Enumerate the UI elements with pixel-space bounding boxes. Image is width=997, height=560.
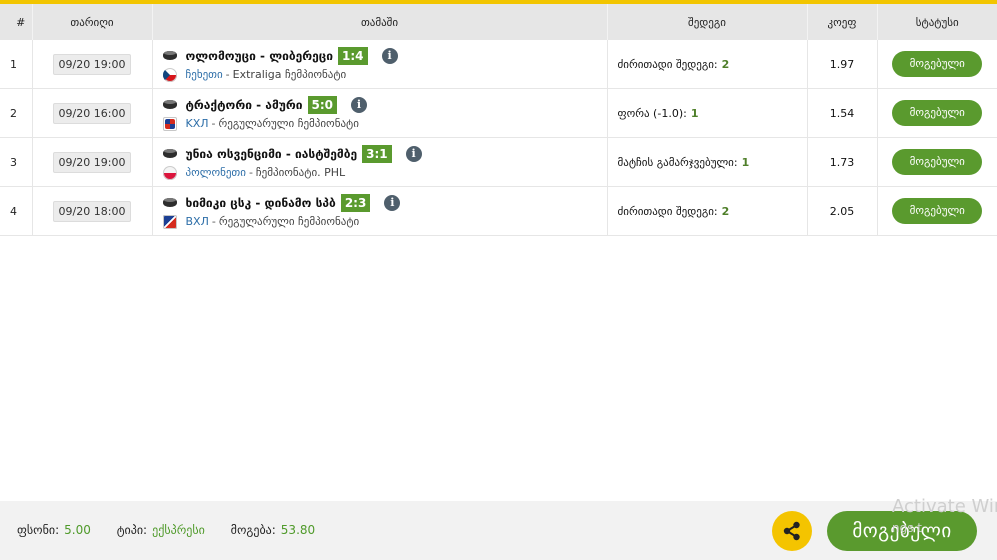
odds-value: 2.05	[807, 186, 878, 236]
table-header-row: # თარიღი თამაში შედეგი კოეფ სტატუსი	[0, 4, 997, 40]
date-cell: 09/20 16:00	[32, 88, 153, 138]
date-badge: 09/20 19:00	[52, 53, 132, 75]
match-cell: ოლომოუცი - ლიბერეცი 1:4 i ჩეხეთი - Extra…	[152, 40, 608, 89]
league-separator: -	[225, 68, 230, 81]
status-won-badge: მოგებული	[892, 198, 983, 224]
market-cell: ძირითადი შედეგი: 2	[607, 40, 808, 89]
table-row: 2 09/20 16:00 ტრაქტორი - ამური 5:0 i KXЛ…	[0, 88, 997, 138]
type-value: ექსპრესი	[152, 523, 205, 537]
score-badge: 3:1	[362, 144, 392, 163]
league-name: ჩემპიონატი. PHL	[255, 166, 346, 179]
row-number: 1	[0, 40, 33, 89]
market-value: 1	[690, 106, 699, 120]
info-icon[interactable]: i	[384, 194, 401, 211]
header-market: შედეგი	[607, 4, 808, 40]
header-odds: კოეფ	[807, 4, 878, 40]
date-badge: 09/20 18:00	[52, 200, 132, 222]
market-label: მატჩის გამარჯვებული:	[617, 155, 738, 169]
row-number: 4	[0, 186, 33, 236]
status-won-badge: მოგებული	[892, 51, 983, 77]
poland-flag-icon	[162, 165, 177, 180]
activate-windows-watermark: Activate Wir	[892, 496, 997, 517]
match-teams[interactable]: ხიმიკი ცსკ - დინამო სპბ	[186, 196, 336, 210]
hockey-puck-icon	[162, 51, 177, 60]
match-cell: ხიმიკი ცსკ - დინამო სპბ 2:3 i BXЛ - რეგუ…	[152, 186, 608, 236]
stake-stat: ფსონი: 5.00	[17, 523, 95, 537]
stake-label: ფსონი:	[17, 523, 60, 537]
date-cell: 09/20 18:00	[32, 186, 153, 236]
odds-value: 1.97	[807, 40, 878, 89]
league-separator: -	[211, 215, 216, 228]
table-row: 1 09/20 19:00 ოლომოუცი - ლიბერეცი 1:4 i …	[0, 40, 997, 89]
status-cell: მოგებული	[877, 186, 997, 236]
league-name: რეგულარული ჩემპიონატი	[218, 215, 360, 228]
win-value: 53.80	[280, 523, 316, 537]
score-badge: 2:3	[340, 193, 371, 212]
league-separator: -	[211, 117, 216, 130]
market-label: ძირითადი შედეგი:	[617, 57, 718, 71]
khl-logo-icon	[162, 116, 177, 131]
info-icon[interactable]: i	[405, 145, 422, 162]
market-value: 2	[721, 204, 730, 218]
status-cell: მოგებული	[877, 137, 997, 187]
row-number: 3	[0, 137, 33, 187]
footer-stats: ფსონი: 5.00 ტიპი: ექსპრესი მოგება: 53.80	[17, 523, 337, 537]
market-cell: ფორა (-1.0): 1	[607, 88, 808, 138]
match-cell: ტრაქტორი - ამური 5:0 i KXЛ - რეგულარული …	[152, 88, 608, 138]
header-date: თარიღი	[32, 4, 153, 40]
date-cell: 09/20 19:00	[32, 40, 153, 89]
status-won-badge: მოგებული	[892, 149, 983, 175]
share-icon	[783, 521, 800, 541]
market-label: ფორა (-1.0):	[617, 106, 687, 120]
league-separator: -	[248, 166, 253, 179]
league-name: რეგულარული ჩემპიონატი	[218, 117, 359, 130]
share-button[interactable]	[772, 511, 812, 551]
market-cell: მატჩის გამარჯვებული: 1	[607, 137, 808, 187]
league-country[interactable]: ჩეხეთი	[186, 68, 223, 81]
czech-flag-icon	[162, 67, 177, 82]
activate-windows-watermark-sub: ngs t	[892, 521, 922, 535]
header-status: სტატუსი	[877, 4, 997, 40]
vhl-logo-icon	[162, 214, 177, 229]
league-name: Extraliga ჩემპიონატი	[232, 68, 347, 81]
odds-value: 1.54	[807, 88, 878, 138]
table-row: 4 09/20 18:00 ხიმიკი ცსკ - დინამო სპბ 2:…	[0, 186, 997, 236]
league-country[interactable]: პოლონეთი	[186, 166, 246, 179]
bet-table: # თარიღი თამაში შედეგი კოეფ სტატუსი 1 09…	[0, 4, 997, 236]
page: # თარიღი თამაში შედეგი კოეფ სტატუსი 1 09…	[0, 0, 997, 560]
date-cell: 09/20 19:00	[32, 137, 153, 187]
market-label: ძირითადი შედეგი:	[617, 204, 718, 218]
status-won-badge: მოგებული	[892, 100, 983, 126]
table-row: 3 09/20 19:00 უნია ოსვენციმი - იასტშემბე…	[0, 137, 997, 187]
league-country[interactable]: KXЛ	[186, 117, 209, 130]
date-badge: 09/20 19:00	[52, 151, 132, 173]
stake-value: 5.00	[64, 523, 91, 537]
match-cell: უნია ოსვენციმი - იასტშემბე 3:1 i პოლონეთ…	[152, 137, 608, 187]
hockey-puck-icon	[162, 149, 177, 158]
row-number: 2	[0, 88, 33, 138]
score-badge: 5:0	[307, 95, 337, 114]
info-icon[interactable]: i	[351, 96, 367, 113]
score-badge: 1:4	[338, 46, 368, 65]
type-stat: ტიპი: ექსპრესი	[117, 523, 209, 537]
market-cell: ძირითადი შედეგი: 2	[607, 186, 808, 236]
type-label: ტიპი:	[116, 523, 148, 537]
match-teams[interactable]: ტრაქტორი - ამური	[186, 98, 303, 112]
header-num: #	[0, 4, 33, 40]
odds-value: 1.73	[807, 137, 878, 187]
status-cell: მოგებული	[877, 40, 997, 89]
header-match: თამაში	[152, 4, 608, 40]
market-value: 2	[721, 57, 730, 71]
win-stat: მოგება: 53.80	[231, 523, 315, 537]
match-teams[interactable]: უნია ოსვენციმი - იასტშემბე	[186, 147, 358, 161]
market-value: 1	[741, 155, 750, 169]
hockey-puck-icon	[162, 100, 177, 109]
status-cell: მოგებული	[877, 88, 997, 138]
league-country[interactable]: BXЛ	[186, 215, 209, 228]
hockey-puck-icon	[162, 198, 177, 207]
win-label: მოგება:	[230, 523, 276, 537]
date-badge: 09/20 16:00	[52, 102, 132, 124]
info-icon[interactable]: i	[381, 47, 398, 64]
match-teams[interactable]: ოლომოუცი - ლიბერეცი	[186, 49, 334, 63]
